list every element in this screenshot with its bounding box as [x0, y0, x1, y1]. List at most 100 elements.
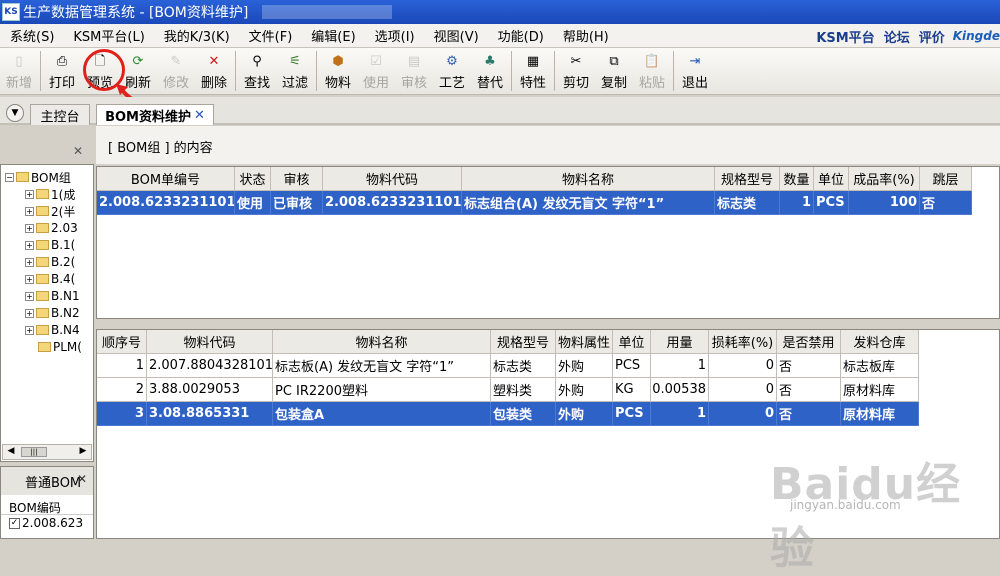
- menu-view[interactable]: 视图(V): [424, 26, 488, 45]
- close-panel-icon[interactable]: ✕: [77, 472, 87, 486]
- filter-button[interactable]: ⚟ 过滤: [276, 48, 314, 94]
- tab-console[interactable]: 主控台: [30, 104, 90, 125]
- col-header[interactable]: 物料代码: [147, 330, 273, 354]
- col-header[interactable]: BOM单编号: [97, 167, 235, 191]
- tree-node[interactable]: +1(成: [25, 186, 75, 202]
- material-button[interactable]: ⬢ 物料: [319, 48, 357, 94]
- tree-node[interactable]: + B.N2: [25, 305, 80, 321]
- cell: 2.007.8804328101: [147, 354, 273, 378]
- delete-button[interactable]: ✕ 删除: [195, 48, 233, 94]
- cell: 标志类: [491, 354, 556, 378]
- folder-icon: [36, 206, 49, 216]
- expand-icon[interactable]: +: [25, 308, 34, 318]
- preview-icon: 🗋: [94, 54, 106, 69]
- col-header[interactable]: 物料属性: [556, 330, 613, 354]
- col-header[interactable]: 物料名称: [462, 167, 715, 191]
- expand-icon[interactable]: +: [25, 291, 34, 301]
- col-header[interactable]: 损耗率(%): [709, 330, 777, 354]
- cell: 0: [709, 402, 777, 426]
- find-button[interactable]: ⚲ 查找: [238, 48, 276, 94]
- expand-icon[interactable]: +: [25, 274, 34, 284]
- ksm-platform-link[interactable]: KSM平台: [816, 27, 874, 46]
- tree-node[interactable]: + B.N1: [25, 288, 80, 304]
- col-header[interactable]: 物料代码: [323, 167, 462, 191]
- table-row[interactable]: 2 3.88.0029053 PC IR2200塑料 塑料类 外购 KG 0.0…: [97, 378, 999, 402]
- menu-ksm[interactable]: KSM平台(L): [63, 26, 153, 45]
- cell: PCS: [814, 191, 849, 215]
- title-bar: KS 生产数据管理系统 - [BOM资料维护]: [0, 0, 1000, 24]
- col-header[interactable]: 成品率(%): [849, 167, 920, 191]
- menu-edit[interactable]: 编辑(E): [301, 26, 364, 45]
- col-header[interactable]: 发料仓库: [841, 330, 919, 354]
- tree-horizontal-scrollbar[interactable]: ◀ ||| ▶: [2, 444, 92, 460]
- table-row[interactable]: 1 2.007.8804328101 标志板(A) 发纹无盲文 字符“1” 标志…: [97, 354, 999, 378]
- col-header[interactable]: 规格型号: [715, 167, 780, 191]
- audit-button[interactable]: ▤ 审核: [395, 48, 433, 94]
- menu-myk3[interactable]: 我的K/3(K): [154, 26, 239, 45]
- col-header[interactable]: 状态: [235, 167, 271, 191]
- checkbox[interactable]: ✓: [9, 517, 20, 529]
- folder-icon: [36, 240, 49, 250]
- tab-bom-maintenance[interactable]: BOM资料维护 ✕: [96, 104, 214, 125]
- property-button[interactable]: ▦ 特性: [514, 48, 552, 94]
- table-row[interactable]: 3 3.08.8865331 包装盒A 包装类 外购 PCS 1 0 否 原材料…: [97, 402, 999, 426]
- expand-icon[interactable]: +: [25, 257, 34, 267]
- col-header[interactable]: 规格型号: [491, 330, 556, 354]
- print-button[interactable]: ⎙ 打印: [43, 48, 81, 94]
- scroll-left-icon[interactable]: ◀: [4, 446, 18, 458]
- menu-file[interactable]: 文件(F): [239, 26, 302, 45]
- expand-icon[interactable]: +: [25, 206, 34, 216]
- tree-node[interactable]: PLM(: [38, 339, 82, 355]
- exit-button[interactable]: ⇥ 退出: [676, 48, 714, 94]
- col-header[interactable]: 顺序号: [97, 330, 147, 354]
- col-header[interactable]: 数量: [780, 167, 814, 191]
- tree-root[interactable]: − BOM组: [5, 169, 71, 185]
- new-button[interactable]: ▯ 新增: [0, 48, 38, 94]
- modify-button[interactable]: ✎ 修改: [157, 48, 195, 94]
- collapse-icon[interactable]: −: [5, 172, 14, 182]
- cell: 包装类: [491, 402, 556, 426]
- menu-function[interactable]: 功能(D): [488, 26, 553, 45]
- close-tab-icon[interactable]: ✕: [194, 108, 205, 123]
- menu-system[interactable]: 系统(S): [0, 26, 63, 45]
- table-row[interactable]: 2.008.6233231101 使用 已审核 2.008.6233231101…: [97, 191, 999, 215]
- forum-link[interactable]: 论坛: [884, 27, 910, 46]
- list-item[interactable]: ✓ 2.008.623: [1, 515, 93, 531]
- window-title: 生产数据管理系统 - [BOM资料维护]: [23, 5, 249, 21]
- tree-node[interactable]: + B.1(: [25, 237, 75, 253]
- cell: 原材料库: [841, 378, 919, 402]
- process-button[interactable]: ⚙ 工艺: [433, 48, 471, 94]
- col-header[interactable]: 跳层: [920, 167, 972, 191]
- tree-node[interactable]: + B.4(: [25, 271, 75, 287]
- col-header[interactable]: 单位: [814, 167, 849, 191]
- expand-icon[interactable]: +: [25, 325, 34, 335]
- col-header[interactable]: 是否禁用: [777, 330, 841, 354]
- expand-icon[interactable]: +: [25, 189, 34, 199]
- tree-node[interactable]: + B.2(: [25, 254, 75, 270]
- expand-icon[interactable]: +: [25, 240, 34, 250]
- scroll-right-icon[interactable]: ▶: [76, 446, 90, 458]
- tree-node[interactable]: +2.03: [25, 220, 78, 236]
- col-header[interactable]: 物料名称: [273, 330, 491, 354]
- copy-button[interactable]: ⧉ 复制: [595, 48, 633, 94]
- scrollbar-thumb[interactable]: |||: [21, 447, 47, 457]
- paste-button[interactable]: 📋 粘贴: [633, 48, 671, 94]
- cell: PC IR2200塑料: [273, 378, 491, 402]
- use-button[interactable]: ☑ 使用: [357, 48, 395, 94]
- menu-options[interactable]: 选项(I): [365, 26, 424, 45]
- cut-button[interactable]: ✂ 剪切: [557, 48, 595, 94]
- tree-node[interactable]: + B.N4: [25, 322, 80, 338]
- rate-link[interactable]: 评价: [919, 27, 945, 46]
- preview-button[interactable]: 🗋 预览: [81, 48, 119, 94]
- refresh-button[interactable]: ⟳ 刷新: [119, 48, 157, 94]
- cell: 1: [651, 354, 709, 378]
- menu-help[interactable]: 帮助(H): [553, 26, 618, 45]
- col-header[interactable]: 单位: [613, 330, 651, 354]
- tab-menu-dropdown[interactable]: ▼: [6, 104, 24, 122]
- col-header[interactable]: 用量: [651, 330, 709, 354]
- tree-node[interactable]: +2(半: [25, 203, 75, 219]
- substitute-button[interactable]: ♣ 替代: [471, 48, 509, 94]
- expand-icon[interactable]: +: [25, 223, 34, 233]
- close-panel-icon[interactable]: ✕: [73, 144, 83, 158]
- col-header[interactable]: 审核: [271, 167, 323, 191]
